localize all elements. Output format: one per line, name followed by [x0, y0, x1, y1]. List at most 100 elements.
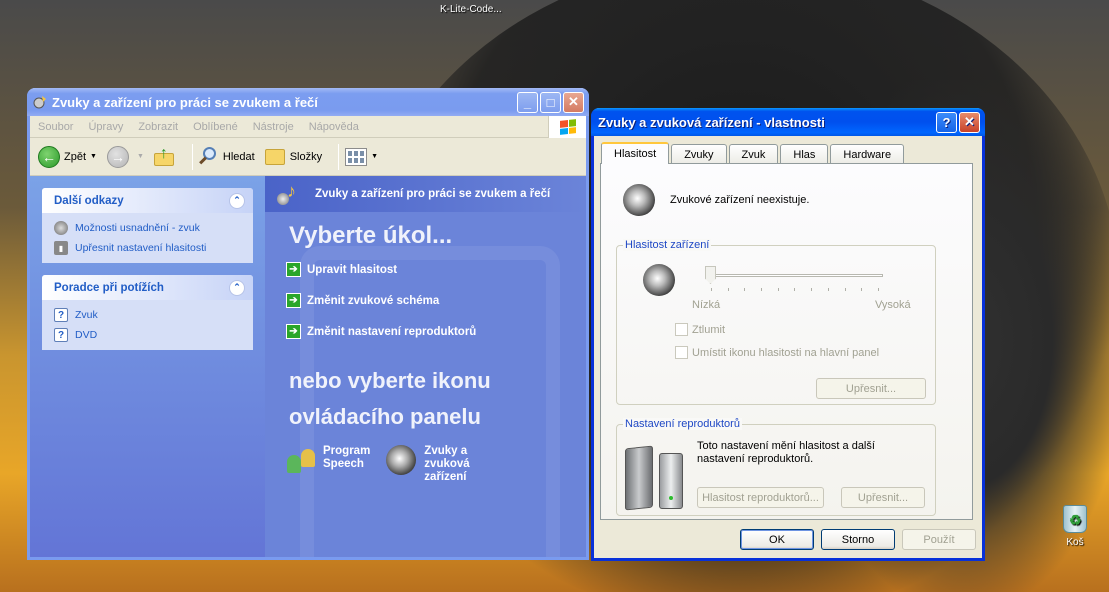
link-dvd-troubleshooter[interactable]: ? DVD [54, 328, 243, 342]
chevron-down-icon[interactable]: ▼ [90, 153, 97, 160]
back-label: Zpět [64, 150, 87, 163]
heading-line: nebo vyberte ikonu [289, 368, 491, 393]
close-button[interactable]: ✕ [959, 111, 980, 133]
menu-view[interactable]: Zobrazit [138, 121, 178, 133]
menu-bar: Soubor Úpravy Zobrazit Oblíbené Nástroje… [30, 116, 586, 138]
tab-volume[interactable]: Hlasitost [601, 142, 670, 164]
menu-edit[interactable]: Úpravy [88, 121, 123, 133]
tab-voice[interactable]: Hlas [780, 144, 829, 164]
menu-help[interactable]: Nápověda [309, 121, 359, 133]
device-status: Zvukové zařízení neexistuje. [623, 184, 809, 216]
green-arrow-icon: ➔ [286, 293, 301, 308]
chevron-down-icon[interactable]: ▼ [137, 153, 144, 160]
control-panel-body: Další odkazy ⌃ Možnosti usnadnění - zvuk… [30, 176, 586, 557]
forward-button[interactable]: → ▼ [106, 145, 144, 168]
tab-audio[interactable]: Zvuk [728, 144, 779, 164]
link-label[interactable]: Zvuk [75, 309, 98, 321]
menu-favorites[interactable]: Oblíbené [193, 121, 238, 133]
device-volume-group: Hlasitost zařízení Nízká Vysoká Ztlumit … [616, 239, 936, 405]
panel-title: Další odkazy [54, 194, 124, 207]
high-label: Vysoká [875, 299, 911, 311]
speaker-advanced-button[interactable]: Upřesnit... [841, 487, 925, 508]
speaker-icon [643, 264, 675, 296]
toolbar-separator [338, 143, 340, 170]
checkbox-box[interactable] [675, 346, 688, 359]
no-device-text: Zvukové zařízení neexistuje. [670, 194, 810, 206]
pick-task-heading: Vyberte úkol... [289, 222, 453, 249]
mute-checkbox[interactable]: Ztlumit [675, 323, 725, 336]
link-label[interactable]: DVD [75, 329, 97, 341]
search-label: Hledat [222, 150, 255, 163]
collapse-chevron-icon[interactable]: ⌃ [229, 192, 245, 209]
cancel-button[interactable]: Storno [821, 529, 895, 550]
description-line: Toto nastavení mění hlasitost a další [697, 440, 875, 452]
sound-speech-icon: ♪ [275, 181, 303, 207]
green-arrow-icon: ➔ [286, 262, 301, 277]
task-pane: Další odkazy ⌃ Možnosti usnadnění - zvuk… [30, 176, 265, 557]
pick-icon-heading: nebo vyberte ikonu ovládacího panelu [289, 363, 586, 435]
menu-file[interactable]: Soubor [38, 121, 73, 133]
search-icon [199, 146, 219, 167]
help-icon: ? [54, 328, 68, 342]
ok-button[interactable]: OK [740, 529, 814, 550]
recycle-bin-icon[interactable]: ♻ [1063, 505, 1087, 533]
heading-line: ovládacího panelu [289, 404, 481, 429]
folders-button[interactable]: Složky [264, 148, 323, 165]
views-button[interactable]: ▼ [345, 147, 378, 166]
chevron-down-icon[interactable]: ▼ [371, 153, 378, 160]
close-button[interactable]: ✕ [563, 91, 584, 113]
speech-icon [285, 445, 319, 475]
collapse-chevron-icon[interactable]: ⌃ [229, 279, 245, 296]
link-label[interactable]: Možnosti usnadnění - zvuk [75, 222, 200, 234]
volume-slider-track[interactable] [707, 274, 883, 277]
help-icon: ? [54, 308, 68, 322]
windows-logo-icon [548, 116, 586, 138]
maximize-button[interactable]: □ [540, 91, 561, 113]
speaker-description: Toto nastavení mění hlasitost a další na… [697, 440, 875, 466]
advanced-volume-button[interactable]: Upřesnit... [816, 378, 926, 399]
checkbox-label: Ztlumit [692, 323, 725, 336]
low-label: Nízká [692, 299, 721, 311]
window-title: Zvuky a zařízení pro práci se zvukem a ř… [52, 94, 318, 110]
sound-properties-dialog: Zvuky a zvuková zařízení - vlastnosti ? … [591, 108, 985, 561]
link-accessibility-sound[interactable]: Možnosti usnadnění - zvuk [54, 221, 243, 235]
troubleshooter-header[interactable]: Poradce při potížích ⌃ [42, 275, 253, 300]
dialog-titlebar[interactable]: Zvuky a zvuková zařízení - vlastnosti ? … [591, 108, 985, 136]
link-advanced-volume[interactable]: ▮ Upřesnit nastavení hlasitosti [54, 241, 243, 255]
panel-title: Poradce při potížích [54, 281, 164, 294]
volume-slider-thumb[interactable] [705, 266, 716, 284]
checkbox-label: Umístit ikonu hlasitosti na hlavní panel [692, 346, 880, 359]
folders-label: Složky [289, 150, 323, 163]
desktop-icon-label[interactable]: K-Lite-Code... [440, 4, 502, 15]
category-content: ♪ Zvuky a zařízení pro práci se zvukem a… [265, 176, 586, 557]
link-label[interactable]: Upřesnit nastavení hlasitosti [75, 242, 206, 254]
help-button[interactable]: ? [936, 111, 957, 133]
green-arrow-icon: ➔ [286, 324, 301, 339]
dialog-title: Zvuky a zvuková zařízení - vlastnosti [598, 114, 825, 130]
views-icon [345, 147, 368, 166]
see-also-header[interactable]: Další odkazy ⌃ [42, 188, 253, 213]
back-button[interactable]: ← Zpět ▼ [38, 145, 97, 168]
group-label: Hlasitost zařízení [623, 239, 712, 251]
description-line: nastavení reproduktorů. [697, 453, 814, 465]
up-folder-button[interactable]: ↑ [153, 145, 176, 167]
toolbar: ← Zpět ▼ → ▼ ↑ Hledat Složky ▼ [30, 138, 586, 176]
tab-hardware[interactable]: Hardware [830, 144, 905, 164]
group-label: Nastavení reproduktorů [623, 418, 742, 430]
menu-tools[interactable]: Nástroje [253, 121, 294, 133]
checkbox-box[interactable] [675, 323, 688, 336]
search-button[interactable]: Hledat [199, 146, 255, 167]
category-title: Zvuky a zařízení pro práci se zvukem a ř… [315, 188, 551, 200]
control-panel-titlebar[interactable]: Zvuky a zařízení pro práci se zvukem a ř… [27, 88, 589, 116]
speaker-volume-button[interactable]: Hlasitost reproduktorů... [697, 487, 824, 508]
toolbar-separator [191, 143, 193, 170]
volume-ticks [711, 288, 879, 291]
apply-button[interactable]: Použít [902, 529, 976, 550]
tray-icon-checkbox[interactable]: Umístit ikonu hlasitosti na hlavní panel [675, 346, 879, 359]
recycle-bin[interactable]: ♻ Koš [1055, 505, 1095, 548]
speaker-settings-group: Nastavení reproduktorů Toto nastavení mě… [616, 418, 936, 516]
minimize-button[interactable]: _ [517, 91, 538, 113]
link-sound-troubleshooter[interactable]: ? Zvuk [54, 308, 243, 322]
tab-sounds[interactable]: Zvuky [671, 144, 727, 164]
sound-speech-icon [32, 94, 48, 110]
